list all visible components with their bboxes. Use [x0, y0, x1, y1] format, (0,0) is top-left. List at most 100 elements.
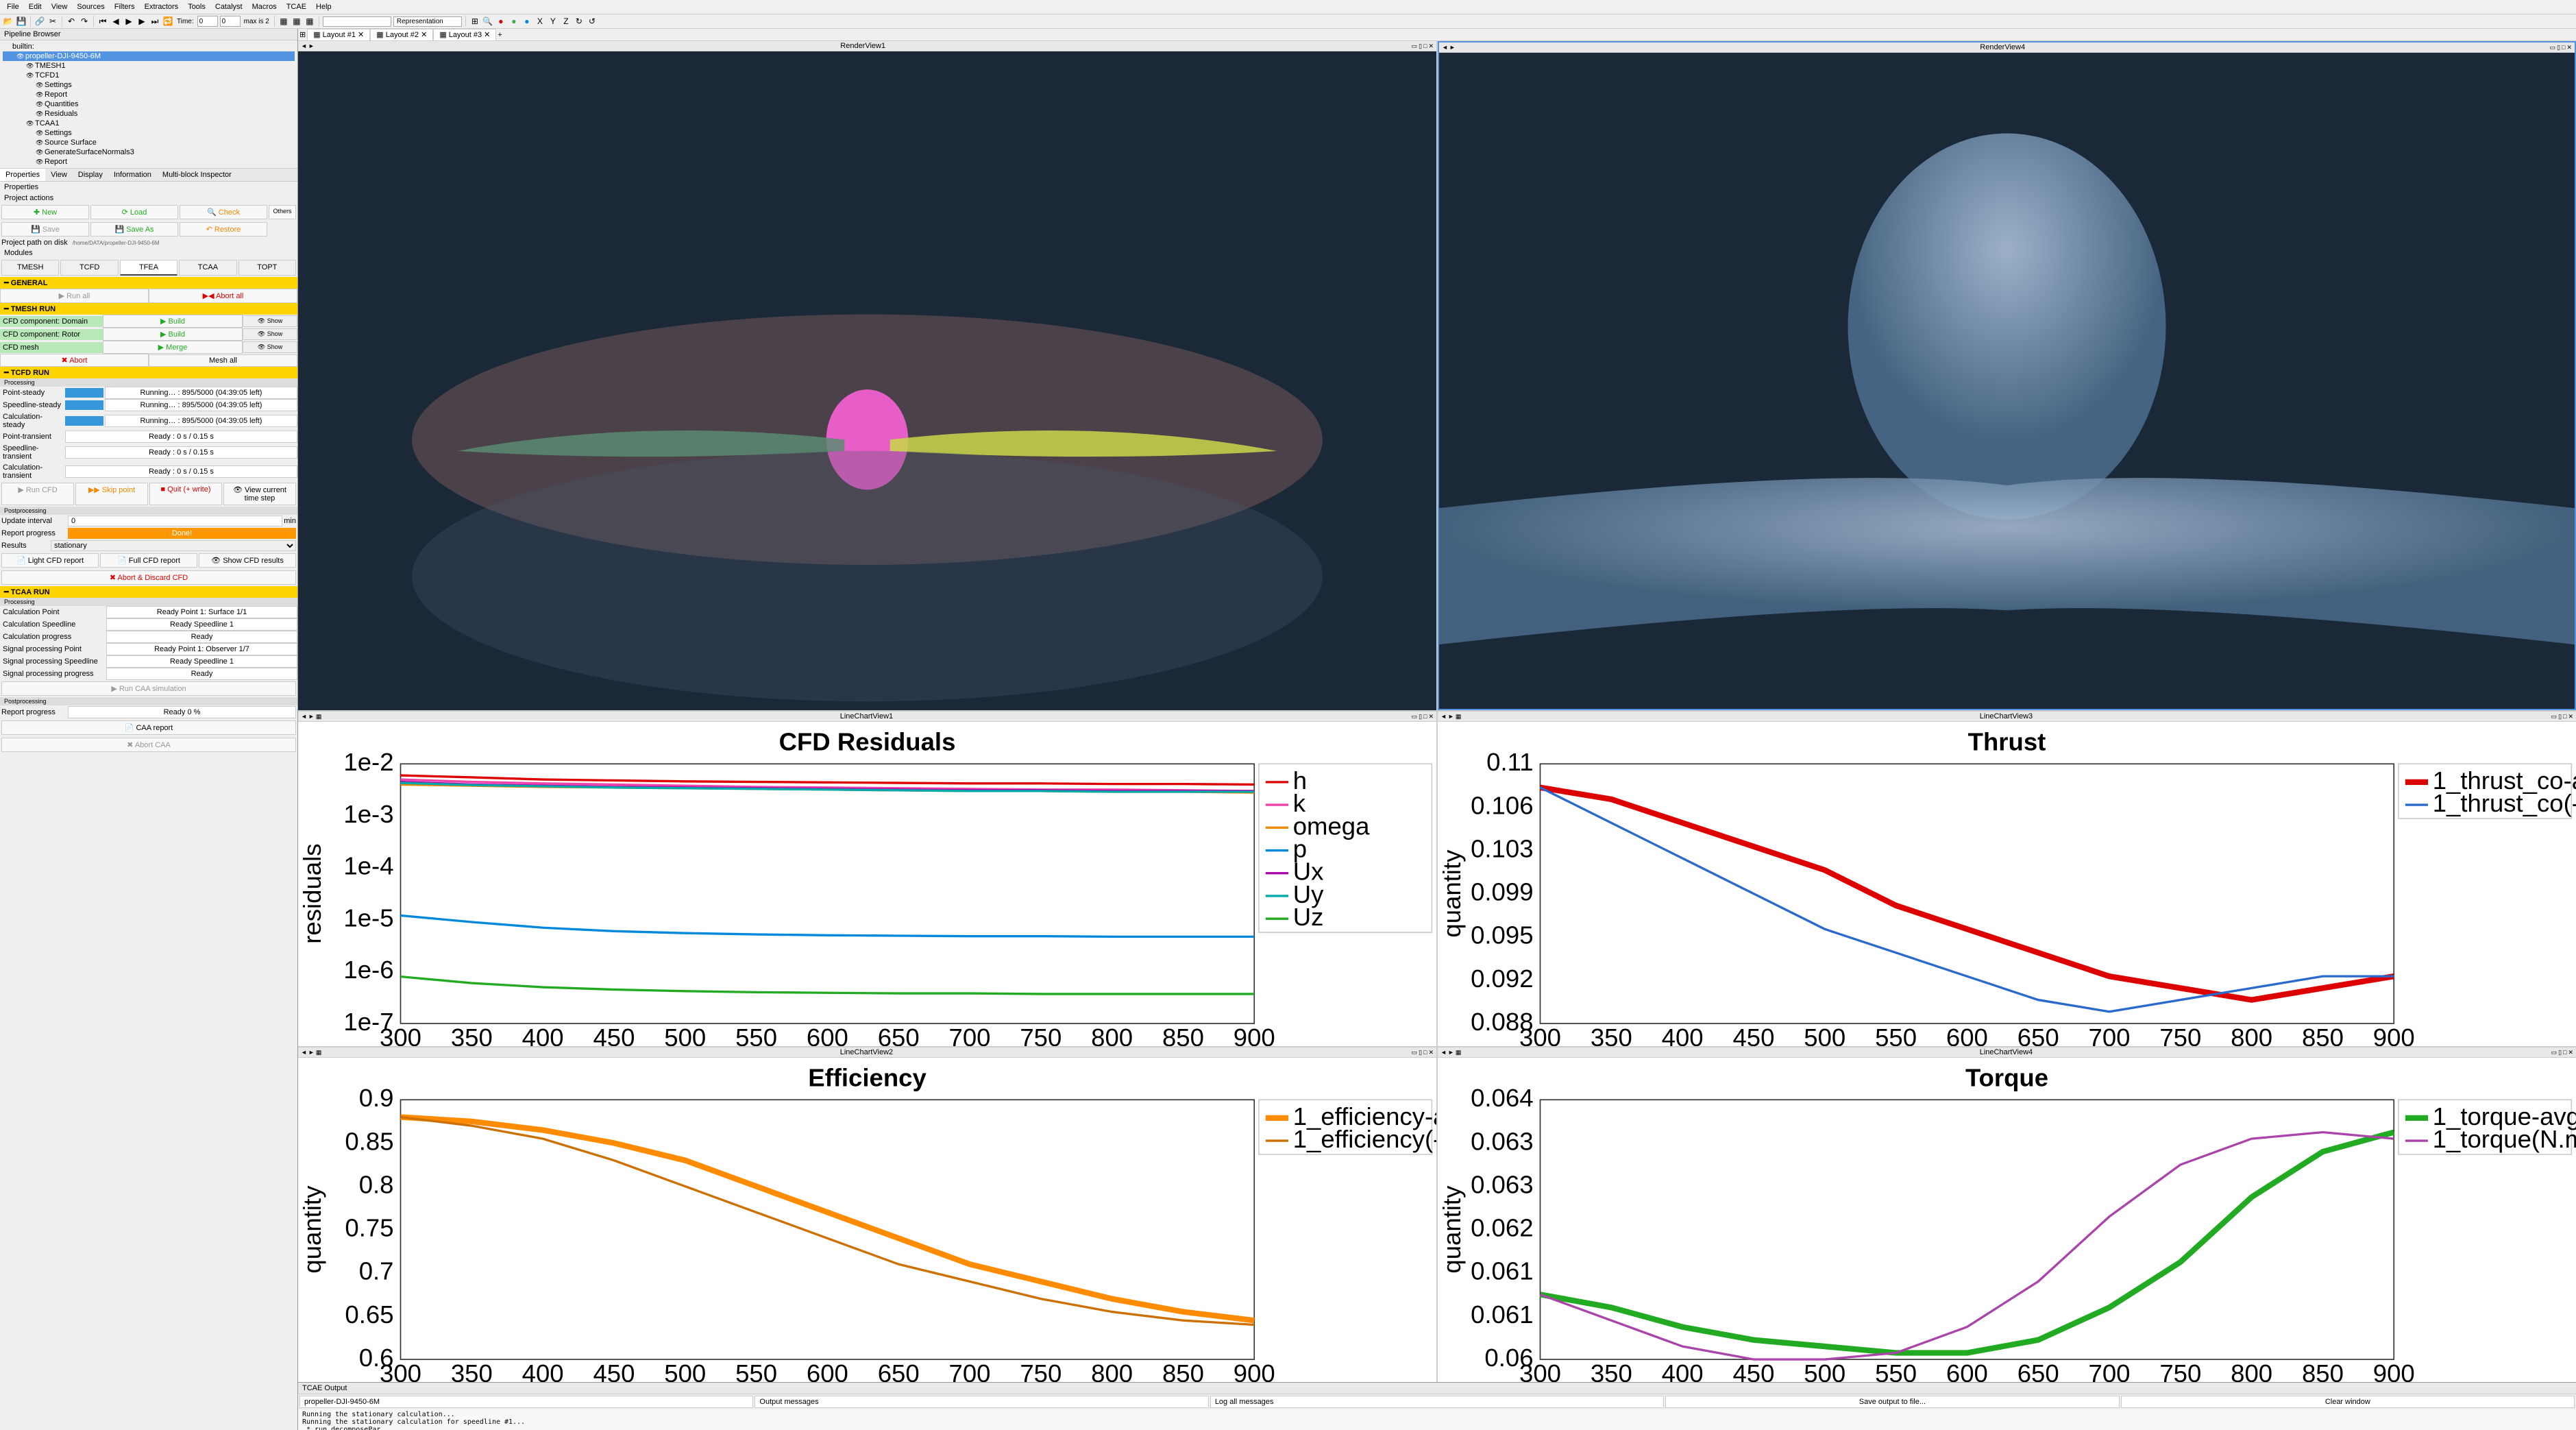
- output-text[interactable]: Running the stationary calculation... Ru…: [298, 1409, 2576, 1430]
- new-button[interactable]: ✚ New: [1, 205, 89, 219]
- general-header[interactable]: ━ GENERAL: [0, 277, 297, 289]
- close-tab-icon[interactable]: ✕: [484, 31, 490, 39]
- menu-help[interactable]: Help: [312, 1, 336, 12]
- zoom-icon[interactable]: 🔍: [482, 16, 493, 27]
- menu-filters[interactable]: Filters: [110, 1, 139, 12]
- disconnect-icon[interactable]: ✂: [47, 16, 58, 27]
- fwd-icon[interactable]: ►: [308, 43, 315, 49]
- clear-output-button[interactable]: Clear window: [2121, 1396, 2575, 1408]
- render-viewport-1[interactable]: YZX: [298, 51, 1436, 710]
- module-tab-tcfd[interactable]: TCFD: [60, 260, 118, 276]
- output-source-dropdown[interactable]: propeller-DJI-9450-6M: [299, 1396, 753, 1408]
- open-icon[interactable]: 📂: [3, 16, 14, 27]
- axis-icon[interactable]: ●: [495, 16, 506, 27]
- redo-icon[interactable]: ↷: [79, 16, 90, 27]
- mesh-all-button[interactable]: Mesh all: [149, 354, 297, 367]
- save-icon[interactable]: 💾: [16, 16, 27, 27]
- abort-caa-button[interactable]: ✖ Abort CAA: [1, 738, 296, 752]
- layout-tab[interactable]: ▦ Layout #3 ✕: [433, 29, 496, 41]
- run-cfd-button[interactable]: ▶ Run CFD: [1, 483, 74, 505]
- residuals-chart[interactable]: CFD Residuals300350400450500550600650700…: [298, 722, 1436, 1046]
- back-icon[interactable]: ◄: [1442, 44, 1448, 51]
- tree-item[interactable]: 👁Settings: [3, 80, 295, 90]
- torque-chart[interactable]: Torque3003504004505005506006507007508008…: [1438, 1058, 2576, 1382]
- view-timestep-button[interactable]: 👁 View current time step: [223, 483, 296, 505]
- prop-tab-multi-block-inspector[interactable]: Multi-block Inspector: [157, 169, 237, 181]
- skip-point-button[interactable]: ▶▶ Skip point: [75, 483, 148, 505]
- layout-tab[interactable]: ▦ Layout #1 ✕: [307, 29, 370, 41]
- view-x-icon[interactable]: X: [535, 16, 545, 27]
- max-icon[interactable]: □: [1423, 43, 1427, 50]
- tcfd-header[interactable]: ━ TCFD RUN: [0, 367, 297, 378]
- fwd-icon[interactable]: ►: [1449, 44, 1456, 51]
- tmesh-abort-button[interactable]: ✖ Abort: [0, 354, 149, 367]
- axis-icon[interactable]: ●: [522, 16, 532, 27]
- module-tab-tmesh[interactable]: TMESH: [1, 260, 59, 276]
- abort-all-button[interactable]: ▶◀ Abort all: [149, 289, 297, 303]
- filter-icon[interactable]: ▦: [278, 16, 289, 27]
- thrust-chart[interactable]: Thrust3003504004505005506006507007508008…: [1438, 722, 2576, 1046]
- tmesh-header[interactable]: ━ TMESH RUN: [0, 303, 297, 315]
- view-z-icon[interactable]: Z: [561, 16, 572, 27]
- tree-item[interactable]: 👁TCAA1: [3, 119, 295, 128]
- update-interval-input[interactable]: [68, 516, 282, 526]
- menu-edit[interactable]: Edit: [25, 1, 46, 12]
- tmesh-show-button[interactable]: 👁 Show: [243, 315, 297, 327]
- add-layout-icon[interactable]: +: [498, 31, 502, 39]
- view-y-icon[interactable]: Y: [548, 16, 559, 27]
- tree-item[interactable]: 👁Report: [3, 157, 295, 167]
- split-v-icon[interactable]: ▯: [1419, 43, 1422, 50]
- full-report-button[interactable]: 📄 Full CFD report: [100, 553, 197, 568]
- close-tab-icon[interactable]: ✕: [421, 31, 427, 39]
- tcaa-header[interactable]: ━ TCAA RUN: [0, 586, 297, 598]
- play-icon[interactable]: ▶: [123, 16, 134, 27]
- save-button[interactable]: 💾 Save: [1, 222, 89, 237]
- tree-item[interactable]: 👁Quantities: [3, 99, 295, 109]
- back-icon[interactable]: ◄: [301, 43, 307, 49]
- loop-icon[interactable]: 🔁: [162, 16, 173, 27]
- tmesh-action-button[interactable]: ▶ Build: [103, 328, 243, 341]
- last-frame-icon[interactable]: ⏭: [149, 16, 160, 27]
- tree-item[interactable]: 👁Report: [3, 90, 295, 99]
- filter-icon[interactable]: ▦: [291, 16, 302, 27]
- close-icon[interactable]: ✕: [2566, 44, 2572, 51]
- menu-tcae[interactable]: TCAE: [282, 1, 310, 12]
- time-input[interactable]: [197, 16, 218, 27]
- tree-item[interactable]: 👁Settings: [3, 128, 295, 138]
- tree-item[interactable]: 👁Residuals: [3, 109, 295, 119]
- layout-tab[interactable]: ▦ Layout #2 ✕: [370, 29, 433, 41]
- rotate-icon[interactable]: ↻: [574, 16, 585, 27]
- restore-button[interactable]: ↶ Restore: [180, 222, 267, 237]
- tree-item[interactable]: 👁TCFD1: [3, 71, 295, 80]
- close-icon[interactable]: ✕: [1428, 43, 1434, 50]
- reset-camera-icon[interactable]: ⊞: [469, 16, 480, 27]
- connect-icon[interactable]: 🔗: [34, 16, 45, 27]
- split-icon[interactable]: ⊞: [299, 30, 306, 39]
- tmesh-show-button[interactable]: 👁 Show: [243, 328, 297, 340]
- tmesh-action-button[interactable]: ▶ Merge: [103, 341, 243, 354]
- tree-item[interactable]: 👁GenerateSurfaceNormals3: [3, 147, 295, 157]
- tmesh-show-button[interactable]: 👁 Show: [243, 341, 297, 353]
- split-h-icon[interactable]: ▭: [1412, 43, 1418, 50]
- others-button[interactable]: Others: [269, 205, 296, 219]
- menu-catalyst[interactable]: Catalyst: [211, 1, 247, 12]
- run-all-button[interactable]: ▶ Run all: [0, 289, 149, 303]
- results-dropdown[interactable]: stationary: [51, 540, 296, 551]
- module-tab-tcaa[interactable]: TCAA: [179, 260, 236, 276]
- menu-extractors[interactable]: Extractors: [140, 1, 183, 12]
- tree-builtin[interactable]: builtin:: [3, 42, 295, 51]
- undo-icon[interactable]: ↶: [66, 16, 77, 27]
- representation-dropdown[interactable]: Representation: [393, 16, 462, 27]
- output-loglevel-dropdown[interactable]: Log all messages: [1210, 1396, 1664, 1408]
- tree-root[interactable]: 👁propeller-DJI-9450-6M: [3, 51, 295, 61]
- module-tab-topt[interactable]: TOPT: [238, 260, 296, 276]
- check-button[interactable]: 🔍 Check: [180, 205, 267, 219]
- prop-tab-information[interactable]: Information: [108, 169, 157, 181]
- max-icon[interactable]: □: [2562, 44, 2565, 51]
- split-v-icon[interactable]: ▯: [2557, 44, 2560, 51]
- show-cfd-button[interactable]: 👁 Show CFD results: [199, 553, 296, 568]
- array-selector[interactable]: [323, 16, 391, 27]
- run-caa-button[interactable]: ▶ Run CAA simulation: [1, 681, 296, 696]
- close-tab-icon[interactable]: ✕: [358, 31, 364, 39]
- quit-button[interactable]: ■ Quit (+ write): [149, 483, 222, 505]
